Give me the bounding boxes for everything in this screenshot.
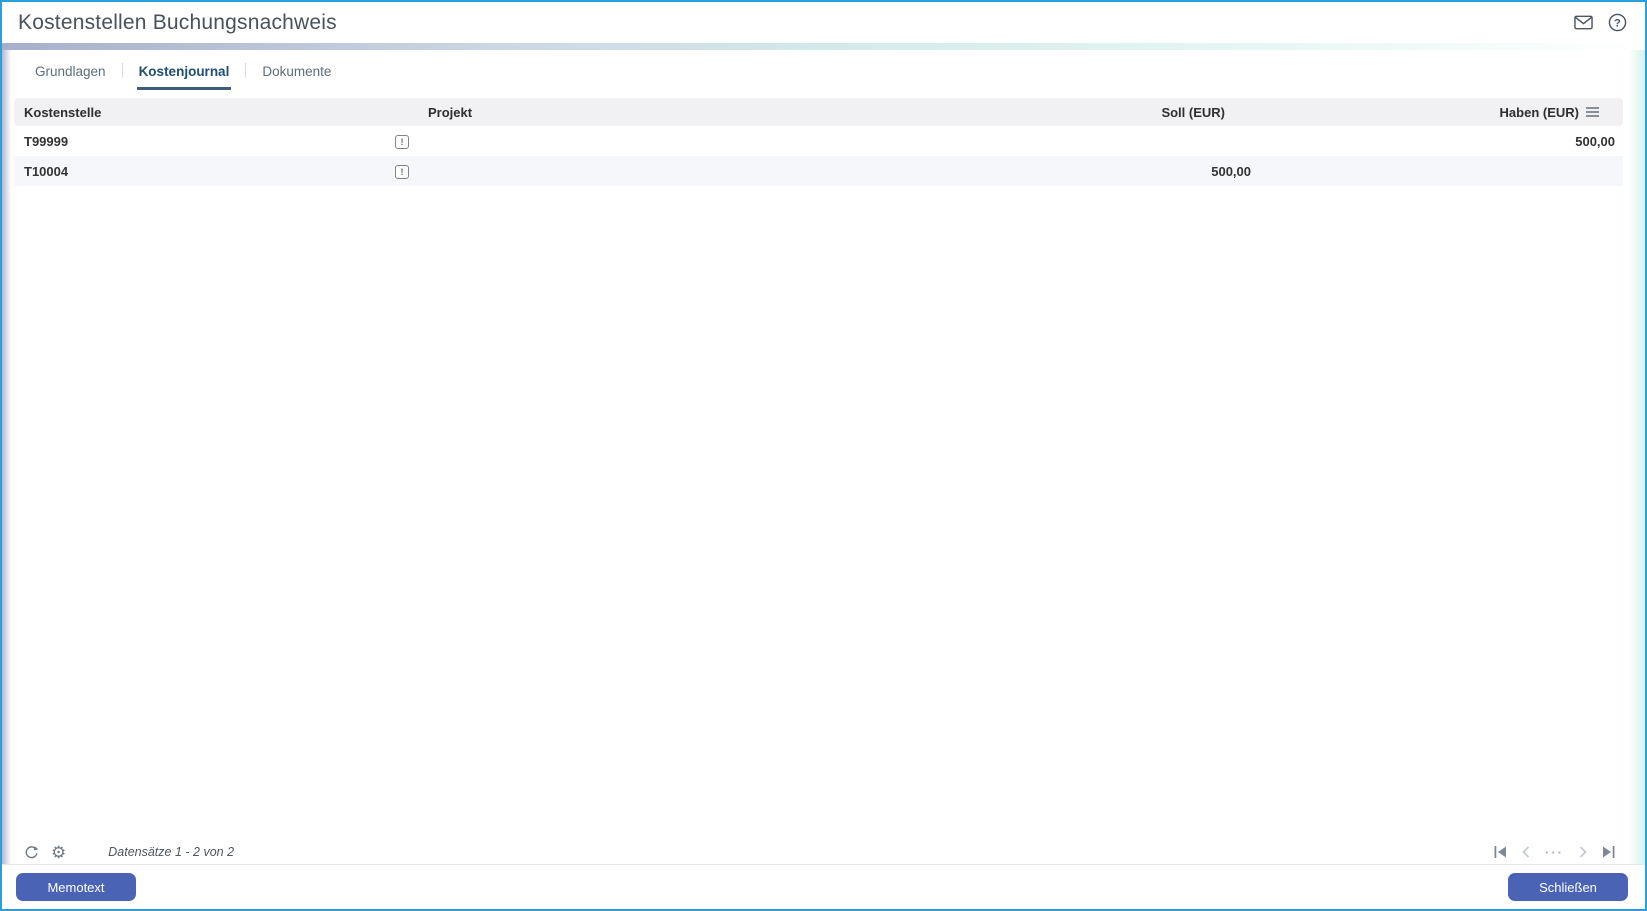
gradient-band <box>2 43 1645 50</box>
table-row[interactable]: T10004 ! 500,00 <box>14 156 1623 186</box>
help-icon[interactable]: ? <box>1608 13 1627 32</box>
next-page-icon[interactable] <box>1579 846 1587 858</box>
tab-separator <box>245 62 247 78</box>
note-indicator-icon[interactable]: ! <box>395 165 409 179</box>
kostenjournal-table: Kostenstelle Projekt Soll (EUR) Haben (E… <box>14 98 1623 186</box>
column-header-projekt[interactable]: Projekt <box>386 105 988 120</box>
pagination: ··· <box>1494 846 1615 859</box>
dialog-window: Kostenstellen Buchungsnachweis ? Grundla… <box>0 0 1647 911</box>
cell-kostenstelle: T99999 <box>24 133 69 149</box>
table-footer: ⚙ Datensätze 1 - 2 von 2 ··· <box>14 840 1623 864</box>
svg-text:?: ? <box>1614 17 1621 29</box>
schliessen-button[interactable]: Schließen <box>1508 873 1628 901</box>
cell-kostenstelle: T10004 <box>24 163 69 179</box>
note-indicator-icon[interactable]: ! <box>395 135 409 149</box>
tab-grundlagen[interactable]: Grundlagen <box>33 64 108 90</box>
tab-dokumente[interactable]: Dokumente <box>260 64 333 90</box>
records-count-text: Datensätze 1 - 2 von 2 <box>108 845 235 859</box>
cell-haben: 500,00 <box>1575 133 1615 149</box>
hamburger-icon[interactable] <box>1586 107 1599 117</box>
column-header-kostenstelle[interactable]: Kostenstelle <box>14 105 386 120</box>
titlebar: Kostenstellen Buchungsnachweis ? <box>2 2 1645 43</box>
tab-separator <box>121 62 123 78</box>
table-row[interactable]: T99999 ! 500,00 <box>14 126 1623 156</box>
first-page-icon[interactable] <box>1494 846 1507 858</box>
left-edge-gradient <box>2 50 11 909</box>
ellipsis-icon[interactable]: ··· <box>1545 846 1564 859</box>
tab-bar: Grundlagen Kostenjournal Dokumente <box>33 60 1623 90</box>
column-header-haben[interactable]: Haben (EUR) <box>1253 105 1623 120</box>
column-header-soll[interactable]: Soll (EUR) <box>988 105 1253 120</box>
page-title: Kostenstellen Buchungsnachweis <box>18 10 337 34</box>
tab-kostenjournal[interactable]: Kostenjournal <box>136 64 232 90</box>
cell-soll: 500,00 <box>1211 163 1251 179</box>
right-edge-gradient <box>1628 50 1645 909</box>
cell-projekt: ! <box>386 163 988 179</box>
column-header-haben-label: Haben (EUR) <box>1499 104 1579 120</box>
titlebar-icons: ? <box>1574 13 1627 32</box>
refresh-icon[interactable] <box>24 845 39 860</box>
mail-icon[interactable] <box>1574 15 1593 30</box>
button-bar: Memotext Schließen <box>2 864 1645 909</box>
table-header-row: Kostenstelle Projekt Soll (EUR) Haben (E… <box>14 98 1623 126</box>
cell-projekt: ! <box>386 133 988 149</box>
last-page-icon[interactable] <box>1602 846 1615 858</box>
memotext-button[interactable]: Memotext <box>16 873 136 901</box>
previous-page-icon[interactable] <box>1522 846 1530 858</box>
content-area: Grundlagen Kostenjournal Dokumente Koste… <box>14 50 1623 864</box>
settings-gear-icon[interactable]: ⚙ <box>51 844 66 861</box>
